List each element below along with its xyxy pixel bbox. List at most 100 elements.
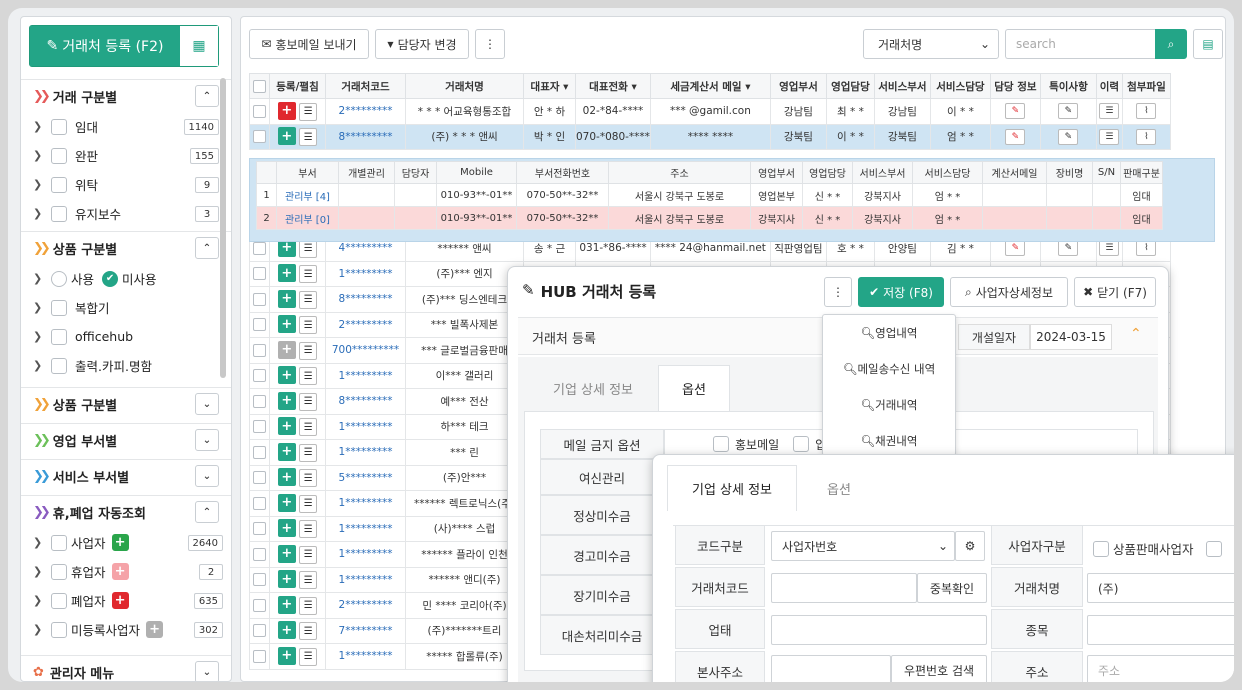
add-icon[interactable]: + <box>277 366 296 385</box>
dept-link[interactable]: 관리부 [4] <box>276 183 339 207</box>
checkbox[interactable] <box>51 299 67 316</box>
dept-link[interactable]: 관리부 [0] <box>276 206 339 230</box>
menu-icon[interactable]: ☰ <box>299 469 318 488</box>
modal-more-button[interactable]: ⋮ <box>824 277 852 307</box>
list-item[interactable]: ❯ officehub <box>21 322 231 351</box>
checkbox[interactable] <box>51 205 67 222</box>
expand-toggle[interactable]: ⌄ <box>195 393 219 415</box>
table-row[interactable]: 2 관리부 [0] 010-93**-01** 070-50**-32** 서울… <box>256 206 1163 230</box>
more-button[interactable]: ⋮ <box>475 29 505 59</box>
menu-icon[interactable]: ☰ <box>299 341 318 360</box>
select-all-checkbox[interactable] <box>253 79 266 93</box>
register-customer-button[interactable]: ✎ 거래처 등록 (F2) ▦ <box>29 25 219 67</box>
row-checkbox[interactable] <box>253 369 266 383</box>
list-item[interactable]: ❯ 폐업자 +635 <box>21 586 231 615</box>
row-checkbox[interactable] <box>253 241 266 255</box>
list-item[interactable]: ❯ 사업자 +2640 <box>21 528 231 557</box>
col-header[interactable]: 대표전화 ▾ <box>575 73 651 99</box>
add-icon[interactable]: + <box>277 595 296 614</box>
col-header[interactable]: 대표자 ▾ <box>523 73 576 99</box>
add-icon[interactable]: + <box>277 340 296 359</box>
add-icon[interactable]: + <box>277 101 296 120</box>
duplicate-check-button[interactable]: 중복확인 <box>917 573 987 603</box>
expand-toggle[interactable]: ⌄ <box>195 429 219 451</box>
row-checkbox[interactable] <box>253 420 266 434</box>
checkbox[interactable] <box>51 147 67 164</box>
checkbox[interactable] <box>1205 540 1222 557</box>
add-icon[interactable]: + <box>277 127 296 146</box>
row-checkbox[interactable] <box>253 598 266 612</box>
col-header[interactable]: 세금계산서 메일 ▾ <box>649 73 771 99</box>
paperclip-icon[interactable]: ⌇ <box>1136 128 1157 145</box>
expand-toggle[interactable]: ⌄ <box>195 465 219 487</box>
list-item[interactable]: ❯ 출력.카피.명함 <box>21 351 231 380</box>
menu-icon[interactable]: ☰ <box>299 239 318 258</box>
search-input[interactable]: search <box>1005 29 1155 59</box>
tab-options[interactable]: 옵션 <box>658 365 730 411</box>
add-icon[interactable]: + <box>277 315 296 334</box>
business-detail-button[interactable]: ⌕ 사업자상세정보 <box>950 277 1068 307</box>
address-input[interactable]: 주소 <box>1087 655 1234 682</box>
checkbox[interactable] <box>51 534 67 551</box>
tab-company-detail[interactable]: 기업 상세 정보 <box>667 465 797 511</box>
add-icon[interactable]: + <box>277 442 296 461</box>
menu-icon[interactable]: ☰ <box>299 128 318 147</box>
save-button[interactable]: ✔ 저장 (F8) <box>858 277 944 307</box>
checkbox[interactable] <box>51 328 67 345</box>
list-item[interactable]: ❯ 유지보수 3 <box>21 199 231 228</box>
checkbox[interactable] <box>51 563 67 580</box>
add-icon[interactable]: + <box>277 493 296 512</box>
tab-company-detail[interactable]: 기업 상세 정보 <box>532 365 654 411</box>
row-checkbox[interactable] <box>253 649 266 663</box>
note-icon[interactable]: ✎ <box>1058 240 1079 257</box>
industry-input[interactable] <box>771 615 987 645</box>
promo-mail-button[interactable]: ✉ 홍보메일 보내기 <box>249 29 369 59</box>
add-icon[interactable]: + <box>277 264 296 283</box>
table-row[interactable]: 1 관리부 [4] 010-93**-01** 070-50**-32** 서울… <box>256 183 1163 207</box>
menu-icon[interactable]: ☰ <box>299 596 318 615</box>
add-icon[interactable]: + <box>277 570 296 589</box>
list-icon[interactable]: ☰ <box>1099 128 1120 145</box>
row-checkbox[interactable] <box>253 471 266 485</box>
menu-icon[interactable]: ☰ <box>299 265 318 284</box>
check-circle-icon[interactable]: ✔ <box>102 270 119 287</box>
list-item[interactable]: ❯ 임대 1140 <box>21 112 231 141</box>
expand-toggle[interactable]: ⌄ <box>195 661 219 681</box>
row-checkbox[interactable] <box>253 130 266 144</box>
table-row[interactable]: + ☰ 8********* (주) * * * 앤씨 박 * 인 070-*080-*… <box>249 123 1171 150</box>
row-checkbox[interactable] <box>253 292 266 306</box>
zip-search-button[interactable]: 우편번호 검색 <box>891 655 987 682</box>
close-button[interactable]: ✖ 닫기 (F7) <box>1074 277 1156 307</box>
menu-icon[interactable]: ☰ <box>299 316 318 335</box>
add-icon[interactable]: + <box>277 417 296 436</box>
menu-icon[interactable]: ☰ <box>299 290 318 309</box>
checkbox[interactable] <box>51 357 67 374</box>
list-item[interactable]: ❯ 위탁 9 <box>21 170 231 199</box>
add-icon[interactable]: + <box>277 621 296 640</box>
change-manager-button[interactable]: ▼ 담당자 변경 <box>375 29 469 59</box>
customer-code-input[interactable] <box>771 573 917 603</box>
list-item[interactable]: ❯ 복합기 <box>21 293 231 322</box>
menu-item-mail-history[interactable]: 🔍︎ 메일송수신 내역 <box>823 351 955 387</box>
row-checkbox[interactable] <box>253 267 266 281</box>
note-icon[interactable]: ✎ <box>1058 103 1079 120</box>
code-type-select[interactable]: 사업자번호 ⌄ <box>771 531 955 561</box>
book-button[interactable]: ▤ <box>1193 29 1223 59</box>
checkbox[interactable] <box>713 436 729 452</box>
menu-icon[interactable]: ☰ <box>299 494 318 513</box>
list-item[interactable]: ❯ 휴업자 +2 <box>21 557 231 586</box>
tab-options[interactable]: 옵션 <box>803 465 875 511</box>
menu-item-trade-history[interactable]: 🔍︎ 거래내역 <box>823 387 955 423</box>
row-checkbox[interactable] <box>253 394 266 408</box>
menu-icon[interactable]: ☰ <box>299 392 318 411</box>
menu-icon[interactable]: ☰ <box>299 418 318 437</box>
add-icon[interactable]: + <box>277 391 296 410</box>
row-checkbox[interactable] <box>253 496 266 510</box>
checkbox[interactable] <box>1093 540 1109 557</box>
menu-icon[interactable]: ☰ <box>299 520 318 539</box>
list-item[interactable]: ❯ 사용 ✔ 미사용 <box>21 264 231 293</box>
menu-icon[interactable]: ☰ <box>299 647 318 666</box>
list-item[interactable]: ❯ 완판 155 <box>21 141 231 170</box>
checkbox[interactable] <box>51 592 67 609</box>
edit-icon[interactable]: ✎ <box>1005 103 1026 120</box>
